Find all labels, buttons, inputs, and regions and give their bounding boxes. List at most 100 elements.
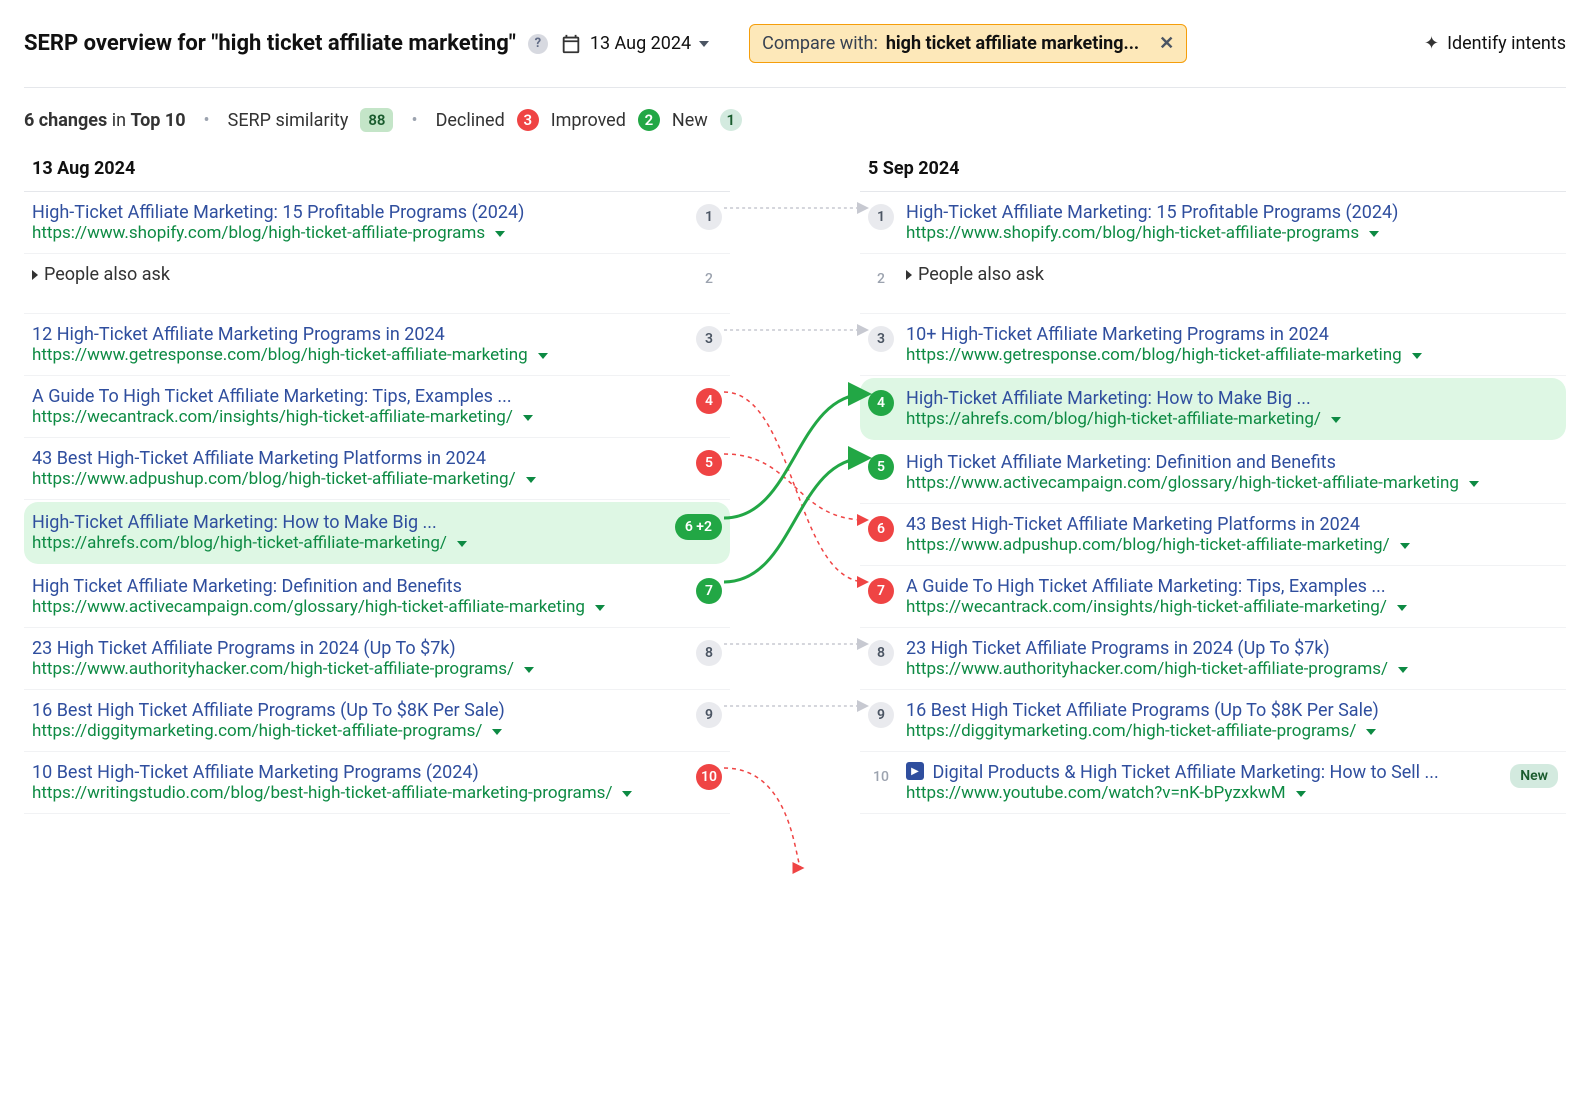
rank-badge: 6 (868, 516, 894, 542)
close-icon[interactable]: ✕ (1159, 33, 1174, 54)
new-badge: New (1510, 764, 1558, 788)
result-title[interactable]: A Guide To High Ticket Affiliate Marketi… (906, 576, 1558, 597)
result-url[interactable]: https://ahrefs.com/blog/high-ticket-affi… (906, 409, 1321, 429)
calendar-icon (560, 33, 582, 55)
chevron-down-icon[interactable] (1398, 667, 1408, 673)
result-title[interactable]: A Guide To High Ticket Affiliate Marketi… (32, 386, 684, 407)
result-content: 23 High Ticket Affiliate Programs in 202… (906, 638, 1558, 679)
result-url[interactable]: https://www.adpushup.com/blog/high-ticke… (906, 535, 1390, 555)
serp-result-row: 3 12 High-Ticket Affiliate Marketing Prog… (24, 314, 730, 376)
result-title[interactable]: 12 High-Ticket Affiliate Marketing Progr… (32, 324, 684, 345)
result-title[interactable]: 10 Best High-Ticket Affiliate Marketing … (32, 762, 684, 783)
caret-right-icon (32, 270, 38, 280)
separator-dot: • (411, 110, 417, 131)
sparkle-icon: ✦ (1424, 33, 1439, 54)
serp-result-row: 823 High Ticket Affiliate Programs in 20… (24, 628, 730, 690)
result-url[interactable]: https://www.getresponse.com/blog/high-ti… (906, 345, 1402, 365)
chevron-down-icon[interactable] (523, 415, 533, 421)
chevron-down-icon[interactable] (538, 353, 548, 359)
compare-chip[interactable]: Compare with: high ticket affiliate mark… (749, 24, 1187, 63)
serp-result-row: 10 10 Best High-Ticket Affiliate Marketin… (24, 752, 730, 814)
result-title[interactable]: 23 High Ticket Affiliate Programs in 202… (906, 638, 1558, 659)
rank-badge: 10 (868, 764, 894, 790)
result-title[interactable]: 23 High Ticket Affiliate Programs in 202… (32, 638, 684, 659)
rank-badge: 3 (868, 326, 894, 352)
chevron-down-icon[interactable] (1469, 481, 1479, 487)
chevron-down-icon (699, 41, 709, 47)
result-content: High-Ticket Affiliate Marketing: How to … (906, 388, 1558, 429)
rank-badge: 10 (696, 764, 722, 790)
result-url[interactable]: https://wecantrack.com/insights/high-tic… (32, 407, 513, 427)
result-content: High-Ticket Affiliate Marketing: 15 Prof… (906, 202, 1558, 243)
help-icon[interactable]: ? (528, 34, 548, 54)
result-url[interactable]: https://writingstudio.com/blog/best-high… (32, 783, 612, 803)
result-content: 23 High Ticket Affiliate Programs in 202… (32, 638, 684, 679)
serp-result-row: 10 ▶ Digital Products & High Ticket Affil… (860, 752, 1566, 814)
serp-result-row: 543 Best High-Ticket Affiliate Marketing… (24, 438, 730, 500)
result-content: A Guide To High Ticket Affiliate Marketi… (32, 386, 684, 427)
result-title[interactable]: High-Ticket Affiliate Marketing: 15 Prof… (32, 202, 684, 223)
serp-result-row: 1 High-Ticket Affiliate Marketing: 15 Pro… (860, 192, 1566, 254)
result-title[interactable]: High-Ticket Affiliate Marketing: How to … (906, 388, 1558, 409)
result-title[interactable]: 43 Best High-Ticket Affiliate Marketing … (32, 448, 684, 469)
result-url[interactable]: https://www.getresponse.com/blog/high-ti… (32, 345, 528, 365)
result-title[interactable]: High-Ticket Affiliate Marketing: 15 Prof… (906, 202, 1558, 223)
result-content: 43 Best High-Ticket Affiliate Marketing … (32, 448, 684, 489)
result-title[interactable]: High Ticket Affiliate Marketing: Definit… (32, 576, 684, 597)
connection-lines: - (730, 152, 860, 814)
result-url[interactable]: https://www.activecampaign.com/glossary/… (906, 473, 1459, 493)
rank-badge: 7 (868, 578, 894, 604)
header-bar: SERP overview for "high ticket affiliate… (24, 24, 1566, 88)
chevron-down-icon[interactable] (492, 729, 502, 735)
chevron-down-icon[interactable] (526, 477, 536, 483)
result-url[interactable]: https://wecantrack.com/insights/high-tic… (906, 597, 1387, 617)
serp-result-row: 1High-Ticket Affiliate Marketing: 15 Pro… (24, 192, 730, 254)
identify-intents-button[interactable]: ✦ Identify intents (1424, 33, 1566, 54)
chevron-down-icon[interactable] (495, 231, 505, 237)
right-column-date: 5 Sep 2024 (860, 152, 1566, 192)
result-title[interactable]: High-Ticket Affiliate Marketing: How to … (32, 512, 663, 533)
result-title[interactable]: 16 Best High Ticket Affiliate Programs (… (32, 700, 684, 721)
date-picker-value: 13 Aug 2024 (590, 33, 691, 54)
result-url[interactable]: https://www.activecampaign.com/glossary/… (32, 597, 585, 617)
result-title[interactable]: 10+ High-Ticket Affiliate Marketing Prog… (906, 324, 1558, 345)
result-url[interactable]: https://www.adpushup.com/blog/high-ticke… (32, 469, 516, 489)
result-url[interactable]: https://www.authorityhacker.com/high-tic… (32, 659, 514, 679)
serp-result-row: 4 A Guide To High Ticket Affiliate Market… (24, 376, 730, 438)
new-label: New (672, 110, 708, 131)
chevron-down-icon[interactable] (595, 605, 605, 611)
chevron-down-icon[interactable] (1412, 353, 1422, 359)
result-content: 16 Best High Ticket Affiliate Programs (… (32, 700, 684, 741)
chevron-down-icon[interactable] (622, 791, 632, 797)
result-url[interactable]: https://ahrefs.com/blog/high-ticket-affi… (32, 533, 447, 553)
chevron-down-icon[interactable] (1369, 231, 1379, 237)
chevron-down-icon[interactable] (1366, 729, 1376, 735)
result-url[interactable]: https://diggitymarketing.com/high-ticket… (32, 721, 482, 741)
chevron-down-icon[interactable] (1331, 417, 1341, 423)
result-url[interactable]: https://www.authorityhacker.com/high-tic… (906, 659, 1388, 679)
result-url[interactable]: https://www.shopify.com/blog/high-ticket… (906, 223, 1359, 243)
chevron-down-icon[interactable] (457, 541, 467, 547)
result-content: People also ask (32, 264, 684, 285)
rank-badge: 3 (696, 326, 722, 352)
rank-badge: 4 (696, 388, 722, 414)
serp-result-row: 5High Ticket Affiliate Marketing: Defini… (860, 442, 1566, 504)
chevron-down-icon[interactable] (524, 667, 534, 673)
date-picker[interactable]: 13 Aug 2024 (560, 33, 709, 55)
result-title[interactable]: 43 Best High-Ticket Affiliate Marketing … (906, 514, 1558, 535)
result-title[interactable]: ▶ Digital Products & High Ticket Affilia… (906, 762, 1498, 783)
result-title[interactable]: High Ticket Affiliate Marketing: Definit… (906, 452, 1558, 473)
rank-badge: 9 (696, 702, 722, 728)
result-url[interactable]: https://www.youtube.com/watch?v=nK-bPyzx… (906, 783, 1286, 803)
chevron-down-icon[interactable] (1400, 543, 1410, 549)
compare-label: Compare with: (762, 33, 878, 54)
chevron-down-icon[interactable] (1296, 791, 1306, 797)
rank-badge: 1 (868, 204, 894, 230)
result-url[interactable]: https://www.shopify.com/blog/high-ticket… (32, 223, 485, 243)
serp-feature[interactable]: People also ask (32, 264, 684, 285)
result-url[interactable]: https://diggitymarketing.com/high-ticket… (906, 721, 1356, 741)
serp-feature[interactable]: People also ask (906, 264, 1558, 285)
chevron-down-icon[interactable] (1397, 605, 1407, 611)
result-title[interactable]: 16 Best High Ticket Affiliate Programs (… (906, 700, 1558, 721)
result-content: High-Ticket Affiliate Marketing: How to … (32, 512, 663, 553)
